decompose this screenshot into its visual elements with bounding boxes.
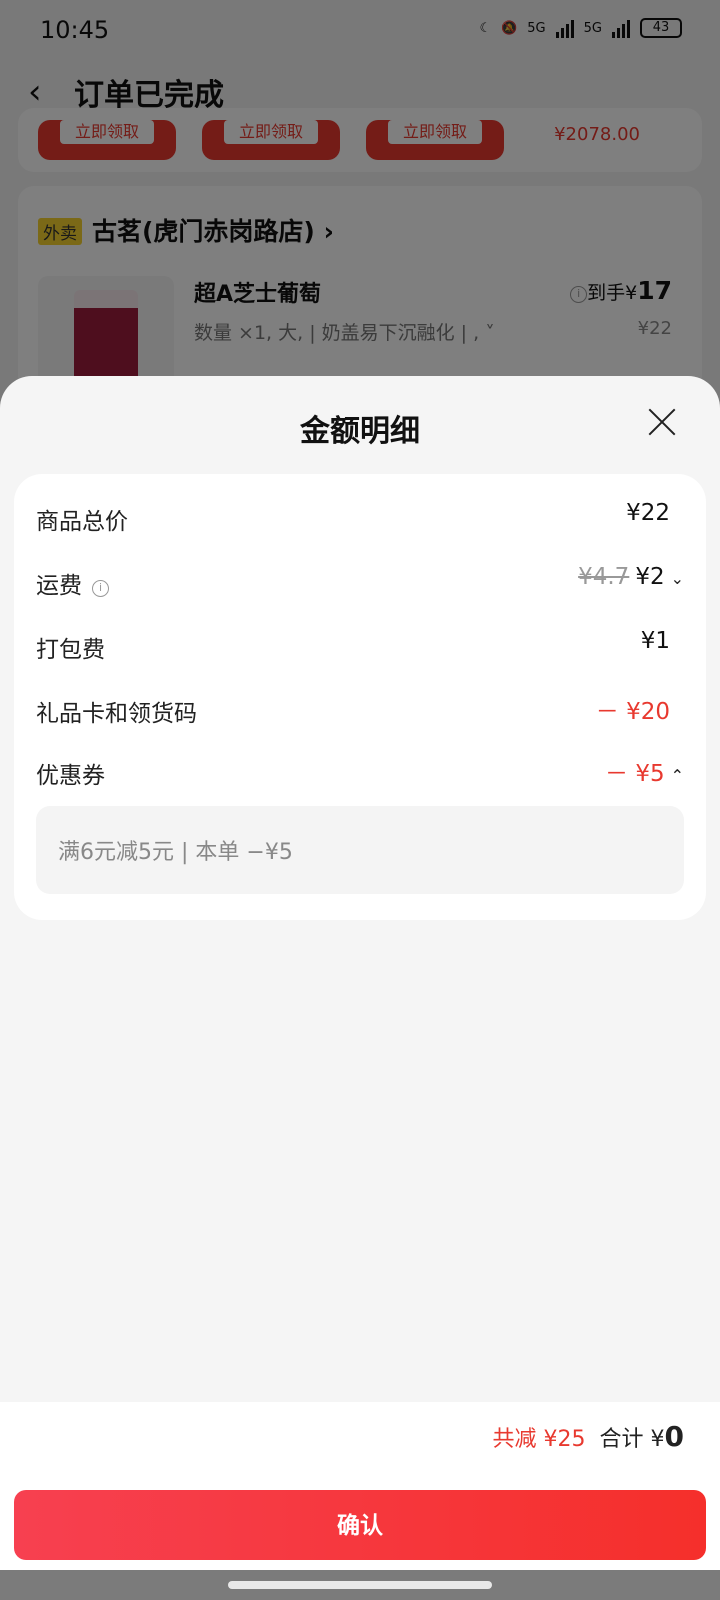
amount-detail-sheet: 金额明细 商品总价 ¥22 运费 i ¥4.7 ¥2 ⌄ 打包费 ¥1 礼品卡和领货码… [0,376,720,1600]
close-icon[interactable] [646,406,678,438]
row-delivery-fee[interactable]: 运费 i ¥4.7 ¥2 ⌄ [36,562,684,602]
gesture-bar [0,1570,720,1600]
amount-panel: 商品总价 ¥22 运费 i ¥4.7 ¥2 ⌄ 打包费 ¥1 礼品卡和领货码 － ¥2… [14,474,706,920]
coupon-detail: 满6元减5元 | 本单 −¥5 [36,806,684,894]
chevron-down-icon: ⌄ [670,569,684,588]
total-value: 0 [664,1420,684,1453]
sheet-title: 金额明细 [300,414,420,449]
confirm-button[interactable]: 确认 [14,1490,706,1560]
total-summary: 共减 ¥25 合计 ¥0 [493,1420,684,1453]
row-packing-fee: 打包费 ¥1 [36,628,670,663]
total-bar: 共减 ¥25 合计 ¥0 [0,1402,720,1480]
info-icon[interactable]: i [92,580,109,597]
total-label: 合计 ¥ [599,1427,665,1452]
row-coupon[interactable]: 优惠券 － ¥5 ⌃ [36,752,684,792]
total-saved: 共减 ¥25 [492,1427,586,1452]
chevron-up-icon: ⌃ [670,766,684,785]
row-gift-card: 礼品卡和领货码 － ¥20 [36,699,670,727]
row-subtotal: 商品总价 ¥22 [36,500,670,535]
home-indicator[interactable] [228,1581,492,1589]
original-delivery-fee: ¥4.7 [578,564,630,590]
